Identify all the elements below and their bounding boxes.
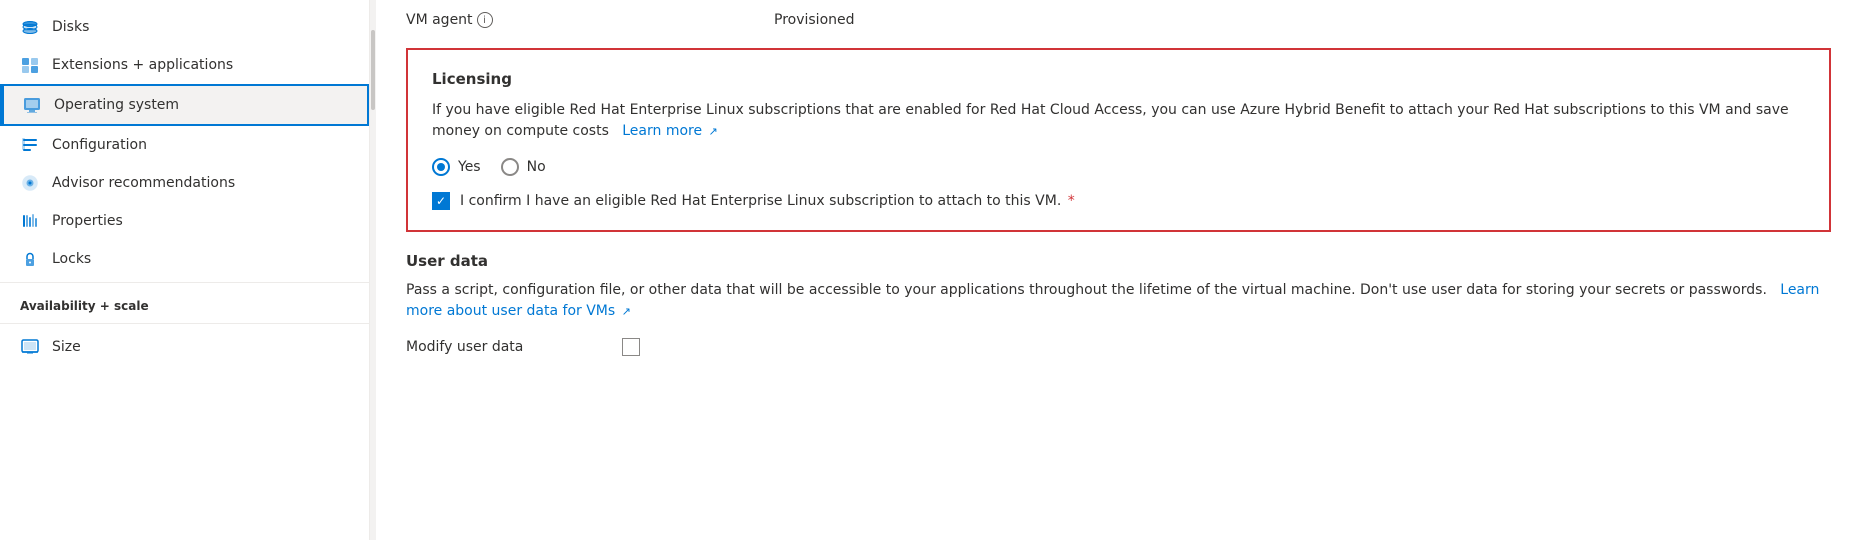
required-star: * <box>1068 193 1075 209</box>
sidebar-item-properties[interactable]: Properties <box>0 202 369 240</box>
main-content: VM agent i Provisioned Licensing If you … <box>376 0 1861 540</box>
sidebar-item-disks[interactable]: Disks <box>0 8 369 46</box>
sidebar-item-label-config: Configuration <box>52 137 147 153</box>
checkbox-confirm-row: ✓ I confirm I have an eligible Red Hat E… <box>432 192 1805 210</box>
checkbox-confirm-label: I confirm I have an eligible Red Hat Ent… <box>460 193 1075 209</box>
scroll-thumb[interactable] <box>371 30 375 110</box>
radio-no-label: No <box>527 159 546 175</box>
vm-agent-row: VM agent i Provisioned <box>406 0 1831 40</box>
os-icon <box>22 95 42 115</box>
extensions-icon <box>20 55 40 75</box>
sidebar-item-locks[interactable]: Locks <box>0 240 369 278</box>
radio-yes-label: Yes <box>458 159 481 175</box>
locks-icon <box>20 249 40 269</box>
sidebar-item-label-advisor: Advisor recommendations <box>52 175 235 191</box>
external-link-icon: ↗ <box>709 124 718 141</box>
sidebar-item-label-os: Operating system <box>54 97 179 113</box>
licensing-box: Licensing If you have eligible Red Hat E… <box>406 48 1831 232</box>
sidebar-item-extensions[interactable]: Extensions + applications <box>0 46 369 84</box>
checkbox-confirm[interactable]: ✓ <box>432 192 450 210</box>
radio-no-circle[interactable] <box>501 158 519 176</box>
sidebar-item-label-properties: Properties <box>52 213 123 229</box>
user-data-title: User data <box>406 252 1831 270</box>
checkbox-check-icon: ✓ <box>436 195 446 207</box>
sidebar-item-advisor[interactable]: Advisor recommendations <box>0 164 369 202</box>
size-icon <box>20 337 40 357</box>
user-data-desc: Pass a script, configuration file, or ot… <box>406 280 1831 322</box>
sidebar-item-label-disks: Disks <box>52 19 89 35</box>
availability-scale-section-title: Availability + scale <box>0 287 369 319</box>
scroll-track[interactable] <box>370 0 376 540</box>
modify-user-data-checkbox[interactable] <box>622 338 640 356</box>
sidebar-divider <box>0 282 369 283</box>
sidebar-item-label-locks: Locks <box>52 251 91 267</box>
modify-user-data-label: Modify user data <box>406 339 606 355</box>
sidebar-item-size[interactable]: Size <box>0 328 369 366</box>
radio-yes-circle[interactable] <box>432 158 450 176</box>
radio-group: Yes No <box>432 158 1805 176</box>
licensing-learn-more-link[interactable]: Learn more ↗ <box>618 123 718 139</box>
vm-agent-label: VM agent i <box>406 12 766 28</box>
licensing-desc: If you have eligible Red Hat Enterprise … <box>432 100 1805 142</box>
sidebar-divider-2 <box>0 323 369 324</box>
sidebar-item-operating-system[interactable]: Operating system <box>0 84 369 126</box>
sidebar-item-label-size: Size <box>52 339 81 355</box>
vm-agent-info-icon[interactable]: i <box>477 12 493 28</box>
properties-icon <box>20 211 40 231</box>
sidebar: Disks Extensions + applications Operatin… <box>0 0 370 540</box>
config-icon <box>20 135 40 155</box>
vm-agent-value: Provisioned <box>774 12 855 28</box>
advisor-icon <box>20 173 40 193</box>
sidebar-item-label-extensions: Extensions + applications <box>52 57 233 73</box>
sidebar-item-configuration[interactable]: Configuration <box>0 126 369 164</box>
user-data-external-link-icon: ↗ <box>622 304 631 321</box>
radio-yes[interactable]: Yes <box>432 158 481 176</box>
licensing-title: Licensing <box>432 70 1805 88</box>
disks-icon <box>20 17 40 37</box>
radio-no[interactable]: No <box>501 158 546 176</box>
modify-user-data-row: Modify user data <box>406 338 1831 356</box>
